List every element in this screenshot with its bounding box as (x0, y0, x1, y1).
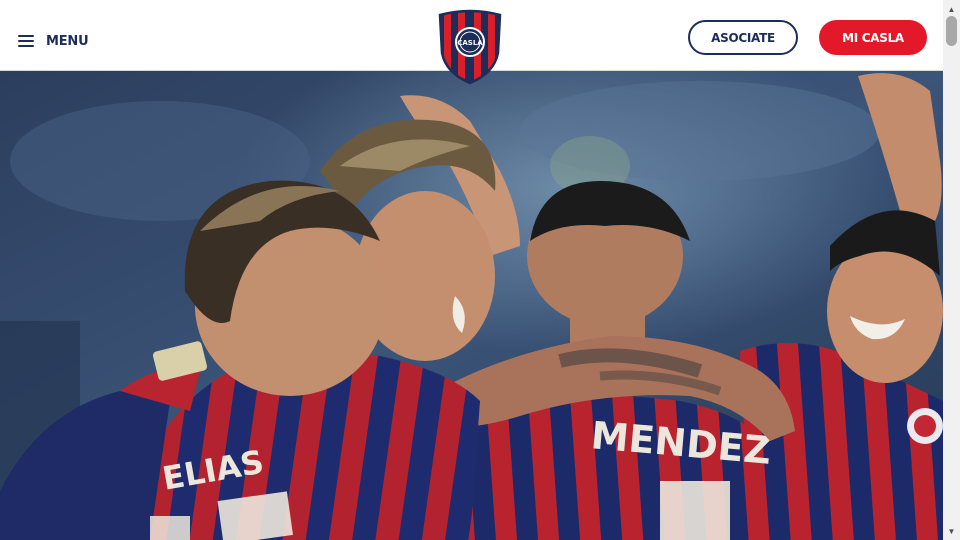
asociate-button[interactable]: ASOCIATE (688, 20, 798, 55)
hamburger-icon (18, 34, 34, 48)
page-viewport: MENU CASLA ASOCIATE MI CASLA MENDEZ ELIA… (0, 0, 943, 540)
site-header: MENU CASLA ASOCIATE MI CASLA (0, 0, 943, 85)
arrow-down-icon[interactable]: ▼ (943, 524, 960, 538)
hero-photo: MENDEZ ELIAS (0, 71, 943, 540)
arrow-up-icon[interactable]: ▲ (943, 2, 960, 16)
club-crest-logo[interactable]: CASLA (436, 9, 504, 85)
menu-label: MENU (46, 33, 89, 49)
vertical-scrollbar[interactable]: ▲ ▼ (943, 0, 960, 540)
crest-text: CASLA (457, 39, 483, 47)
scrollbar-thumb[interactable] (946, 16, 957, 46)
menu-button[interactable]: MENU (18, 28, 89, 54)
mi-casla-button[interactable]: MI CASLA (819, 20, 927, 55)
